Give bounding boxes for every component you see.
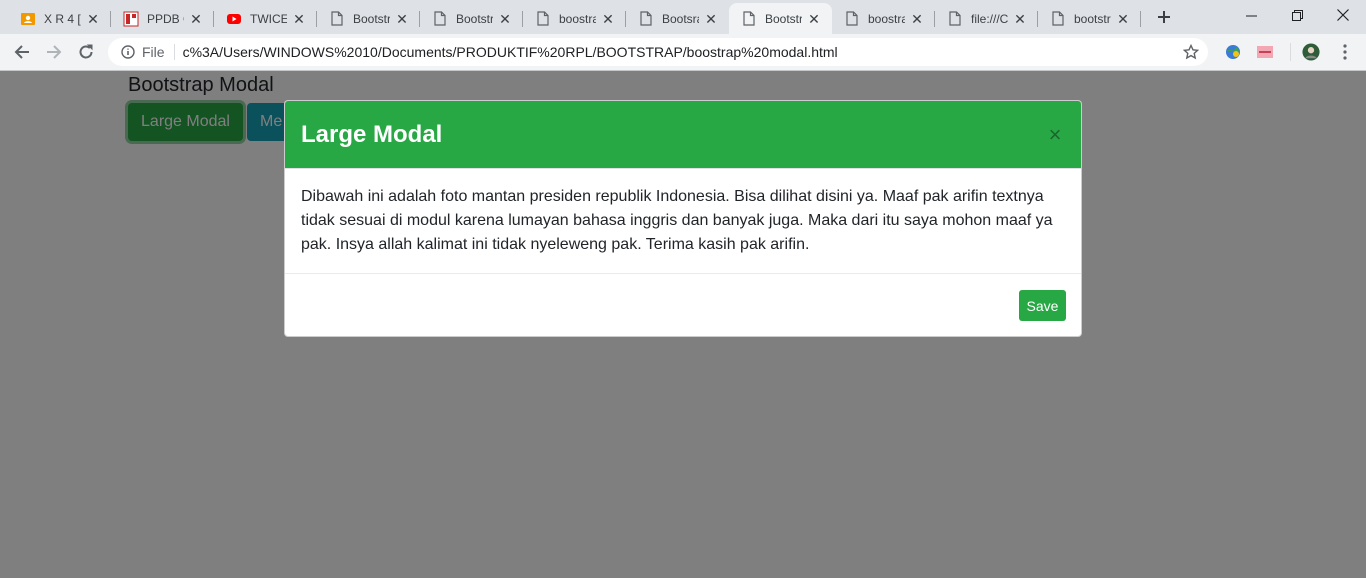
browser-toolbar: File c%3A/Users/WINDOWS%2010/Documents/P…	[0, 34, 1366, 71]
ppdb-icon	[123, 11, 139, 27]
tab-title: X R 4 [	[44, 11, 81, 26]
tab-8[interactable]: Bootstr ✕	[729, 3, 832, 34]
minimize-button[interactable]	[1228, 0, 1274, 30]
modal-header: Large Modal ×	[285, 101, 1081, 169]
tab-5[interactable]: Bootstr ✕	[420, 3, 523, 34]
scheme-label: File	[142, 44, 165, 60]
reload-icon	[79, 44, 93, 59]
tab-6[interactable]: boostra ✕	[523, 3, 626, 34]
back-button[interactable]	[8, 38, 36, 66]
address-divider	[173, 44, 175, 60]
tab-title: PPDB C	[147, 11, 184, 26]
file-icon	[535, 11, 551, 27]
classroom-icon	[20, 11, 36, 27]
tab-title: Bootstr	[353, 11, 390, 26]
tab-3[interactable]: TWICE ✕	[214, 3, 317, 34]
modal-body: Dibawah ini adalah foto mantan presiden …	[285, 169, 1081, 274]
tab-close-icon[interactable]: ✕	[1012, 11, 1028, 27]
tab-title: boostra	[559, 11, 596, 26]
extension-globe-icon[interactable]	[1224, 43, 1242, 61]
tab-10[interactable]: file:///C ✕	[935, 3, 1038, 34]
modal-footer: Save	[285, 274, 1081, 336]
tab-close-icon[interactable]: ✕	[291, 11, 307, 27]
avatar[interactable]	[1302, 43, 1320, 61]
file-icon	[329, 11, 345, 27]
tab-title: Bootsra	[662, 11, 699, 26]
save-button[interactable]: Save	[1019, 290, 1066, 321]
tab-close-icon[interactable]: ✕	[1115, 11, 1131, 27]
file-icon	[844, 11, 860, 27]
url-text[interactable]: c%3A/Users/WINDOWS%2010/Documents/PRODUK…	[183, 44, 838, 60]
minimize-icon	[1245, 15, 1257, 16]
extension-badge-icon[interactable]	[1256, 43, 1274, 61]
modal-close-button[interactable]: ×	[1045, 122, 1065, 148]
close-icon	[1337, 9, 1349, 21]
restore-button[interactable]	[1274, 0, 1320, 30]
tab-separator	[1140, 11, 1141, 27]
tab-close-icon[interactable]: ✕	[600, 11, 616, 27]
arrow-left-icon	[14, 45, 29, 59]
tab-close-icon[interactable]: ✕	[394, 11, 410, 27]
tab-4[interactable]: Bootstr ✕	[317, 3, 420, 34]
tab-close-icon[interactable]: ✕	[188, 11, 204, 27]
tab-title: boostra	[868, 11, 905, 26]
youtube-icon	[226, 11, 242, 27]
large-modal: Large Modal × Dibawah ini adalah foto ma…	[284, 100, 1082, 337]
tab-2[interactable]: PPDB C ✕	[111, 3, 214, 34]
tab-title: Bootstr	[765, 11, 802, 26]
file-icon	[638, 11, 654, 27]
new-tab-button[interactable]	[1150, 5, 1178, 29]
bookmark-star-icon[interactable]	[1182, 43, 1200, 61]
tab-title: bootstr	[1074, 11, 1111, 26]
tab-strip: X R 4 [✕PPDB C✕TWICE✕Bootstr✕Bootstr✕boo…	[0, 0, 1366, 34]
file-icon	[1050, 11, 1066, 27]
file-icon	[432, 11, 448, 27]
tab-close-icon[interactable]: ✕	[85, 11, 101, 27]
plus-icon	[1158, 11, 1170, 23]
tab-7[interactable]: Bootsra ✕	[626, 3, 729, 34]
toolbar-divider	[1290, 43, 1291, 61]
forward-button[interactable]	[40, 38, 68, 66]
arrow-right-icon	[47, 45, 62, 59]
tab-title: TWICE	[250, 11, 287, 26]
reload-button[interactable]	[72, 38, 100, 66]
file-icon	[947, 11, 963, 27]
tab-close-icon[interactable]: ✕	[806, 11, 822, 27]
close-window-button[interactable]	[1320, 0, 1366, 30]
tab-title: file:///C	[971, 11, 1008, 26]
tab-close-icon[interactable]: ✕	[909, 11, 925, 27]
file-icon	[741, 11, 757, 27]
tab-close-icon[interactable]: ✕	[497, 11, 513, 27]
address-bar[interactable]: File c%3A/Users/WINDOWS%2010/Documents/P…	[108, 38, 1208, 66]
tab-11[interactable]: bootstr ✕	[1038, 3, 1141, 34]
menu-kebab-icon[interactable]	[1336, 43, 1354, 61]
tab-9[interactable]: boostra ✕	[832, 3, 935, 34]
tab-close-icon[interactable]: ✕	[703, 11, 719, 27]
restore-icon	[1291, 9, 1303, 21]
tab-title: Bootstr	[456, 11, 493, 26]
modal-title: Large Modal	[301, 120, 443, 148]
tab-1[interactable]: X R 4 [ ✕	[8, 3, 111, 34]
info-icon[interactable]	[120, 44, 136, 60]
